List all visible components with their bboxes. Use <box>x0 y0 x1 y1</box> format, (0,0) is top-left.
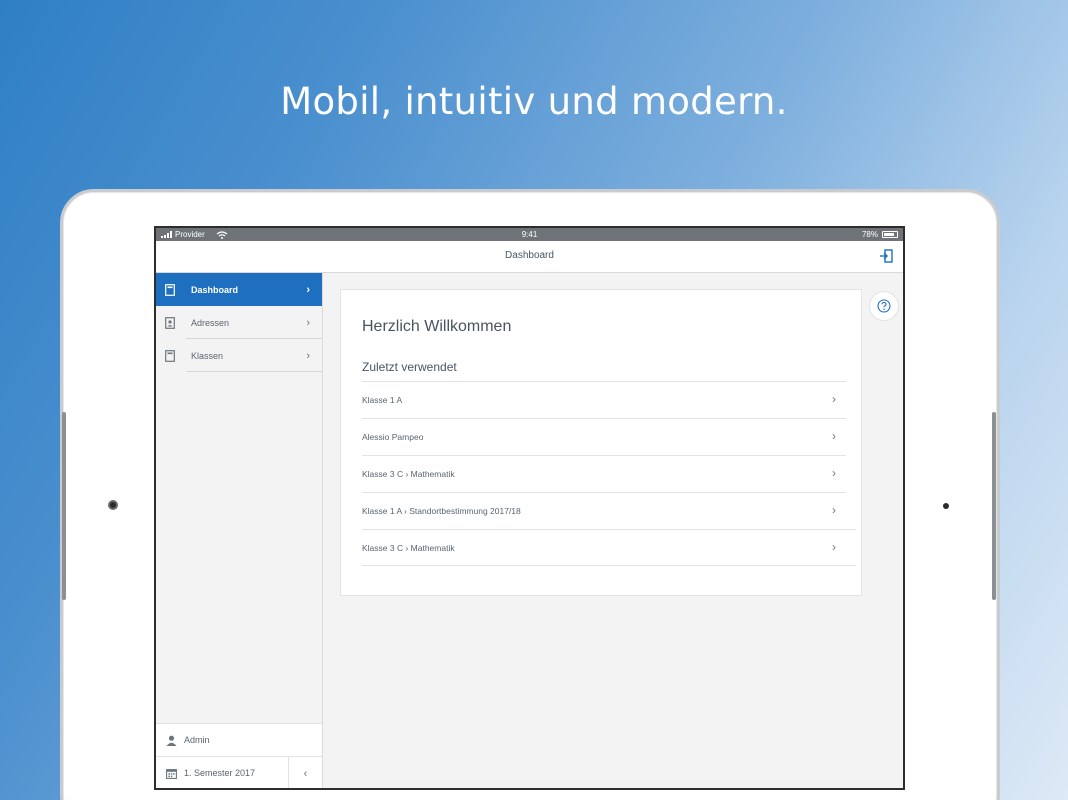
chevron-right-icon: › <box>306 283 310 296</box>
user-icon <box>166 735 177 746</box>
tablet-side-button-left <box>62 412 66 600</box>
list-item[interactable]: Klasse 1 A › <box>362 381 846 418</box>
sidebar-user[interactable]: Admin <box>156 723 322 756</box>
chevron-right-icon: › <box>306 316 310 329</box>
list-item-label: Klasse 1 A <box>362 395 403 405</box>
chevron-right-icon: › <box>832 429 836 443</box>
dashboard-card: Herzlich Willkommen Zuletzt verwendet Kl… <box>340 289 862 596</box>
recent-heading: Zuletzt verwendet <box>362 360 457 374</box>
user-label: Admin <box>184 735 210 745</box>
logout-icon[interactable] <box>879 249 893 263</box>
sidebar-collapse-button[interactable]: ‹ <box>288 757 322 788</box>
list-item-label: Alessio Pampeo <box>362 432 424 442</box>
camera-icon <box>108 500 118 510</box>
list-item[interactable]: Klasse 3 C › Mathematik › <box>362 455 846 492</box>
chevron-right-icon: › <box>832 466 836 480</box>
contact-card-icon <box>165 316 175 329</box>
chevron-right-icon: › <box>306 349 310 362</box>
battery-info: 78% <box>862 228 898 241</box>
list-item[interactable]: Alessio Pampeo › <box>362 418 846 455</box>
list-item[interactable]: Klasse 3 C › Mathematik › <box>362 529 856 566</box>
sidebar-item-adressen[interactable]: Adressen › <box>156 306 322 339</box>
document-icon <box>165 283 175 296</box>
list-item[interactable]: Klasse 1 A › Standortbestimmung 2017/18 … <box>362 492 846 529</box>
battery-icon <box>882 231 898 238</box>
chevron-right-icon: › <box>832 503 836 517</box>
sidebar-item-klassen[interactable]: Klassen › <box>156 339 322 372</box>
nav-bar: Dashboard <box>156 241 903 273</box>
document-icon <box>165 349 175 362</box>
sidebar-semester[interactable]: 1. Semester 2017 ‹ <box>156 756 322 788</box>
chevron-right-icon: › <box>832 392 836 406</box>
list-item-label: Klasse 1 A › Standortbestimmung 2017/18 <box>362 506 521 516</box>
calendar-icon <box>166 768 177 779</box>
status-time: 9:41 <box>521 230 538 239</box>
headline: Mobil, intuitiv und modern. <box>280 80 788 123</box>
recent-list: Klasse 1 A › Alessio Pampeo › Klasse 3 C… <box>362 381 856 566</box>
list-item-label: Klasse 3 C › Mathematik <box>362 469 455 479</box>
battery-percent: 78% <box>861 230 878 239</box>
welcome-heading: Herzlich Willkommen <box>362 318 512 335</box>
sidebar-item-label: Klassen <box>191 350 224 361</box>
sidebar-item-label: Dashboard <box>191 284 239 295</box>
chevron-left-icon: ‹ <box>303 767 308 780</box>
app-screen: Provider 9:41 78% Dashboard Dashboard › … <box>154 226 905 790</box>
divider <box>186 371 322 372</box>
sidebar-item-label: Adressen <box>191 317 230 328</box>
sensor-icon <box>943 503 949 509</box>
sidebar-item-dashboard[interactable]: Dashboard › <box>156 273 322 306</box>
tablet-side-button-right <box>992 412 996 600</box>
sidebar: Dashboard › Adressen › Klassen › Admin 1… <box>156 273 323 788</box>
chevron-right-icon: › <box>832 540 836 554</box>
page-title: Dashboard <box>505 250 554 261</box>
help-icon <box>877 299 891 313</box>
help-button[interactable] <box>869 291 899 321</box>
list-item-label: Klasse 3 C › Mathematik <box>362 542 455 553</box>
status-bar: Provider 9:41 78% <box>156 228 903 241</box>
semester-label: 1. Semester 2017 <box>184 768 256 778</box>
